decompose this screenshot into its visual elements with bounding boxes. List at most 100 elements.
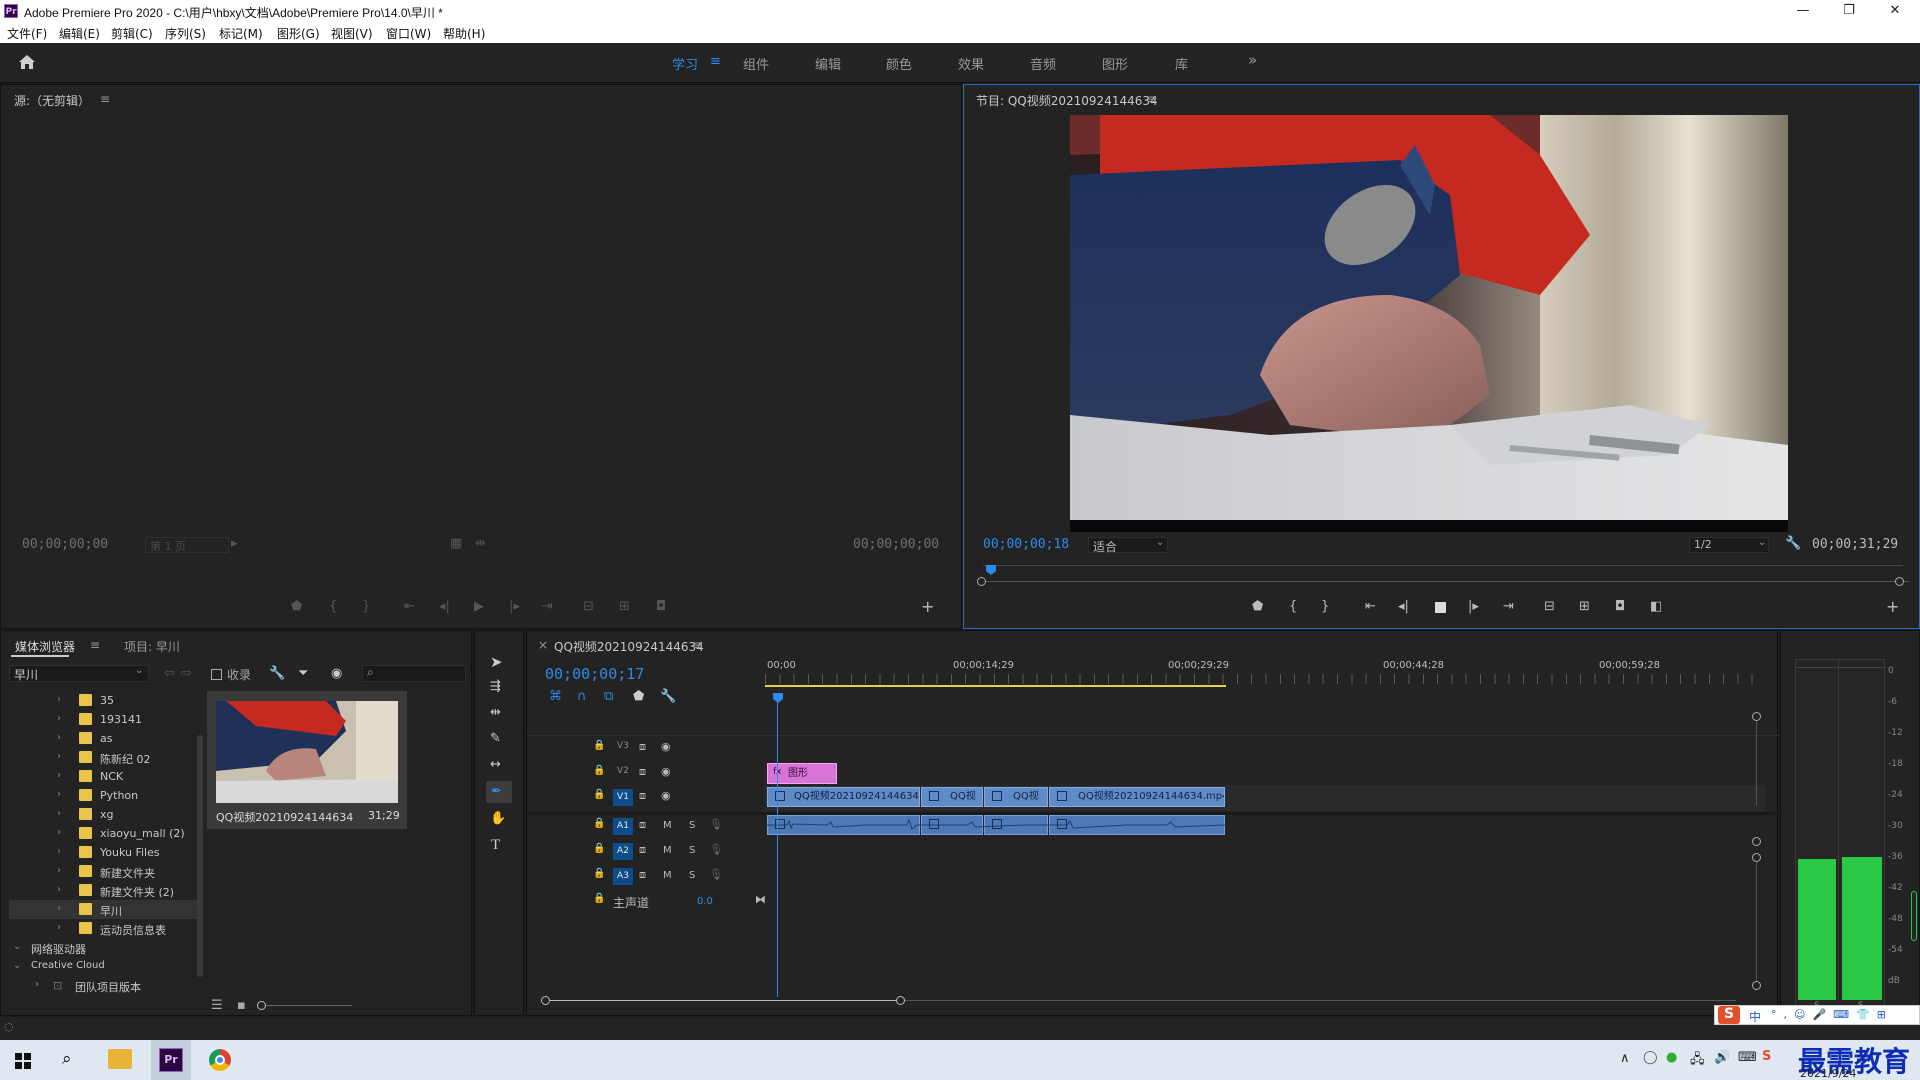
program-mark-in-icon[interactable]: { [1289,599,1297,614]
track-label-v1[interactable]: V1 [613,789,633,806]
voiceover-mic-icon[interactable]: 🎙 [709,818,723,831]
folder-row[interactable]: › xiaoyu_mall (2) [9,824,199,843]
source-step-back-icon[interactable]: ◂| [439,599,450,614]
video-clip[interactable]: QQ视频20210924144634.m [767,787,920,807]
workspace-tab-assembly[interactable]: 组件 [743,54,769,73]
voiceover-mic-icon[interactable]: 🎙 [709,868,723,881]
program-settings-wrench-icon[interactable]: 🔧 [1785,536,1801,551]
program-scroll-handle-left[interactable] [977,577,986,586]
program-mark-out-icon[interactable]: } [1321,599,1329,614]
workspace-tab-color[interactable]: 颜色 [886,54,912,73]
workspace-tab-editing[interactable]: 编辑 [815,54,841,73]
sync-lock-icon[interactable]: ⧈ [639,818,646,832]
source-settings-icon[interactable]: ▦ [450,536,462,551]
folder-row[interactable]: › 新建文件夹 (2) [9,881,199,900]
source-add-marker-icon[interactable]: ⬟ [291,599,302,614]
solo-button[interactable]: S [689,845,695,856]
menu-file[interactable]: 文件(F) [7,25,47,42]
workspace-more-button[interactable]: » [1248,51,1257,69]
workspace-tab-learn[interactable]: 学习 [672,54,698,73]
source-play-icon[interactable]: ▶ [474,599,484,614]
search-input[interactable] [362,665,466,682]
lock-icon[interactable]: 🔒 [593,868,605,879]
menu-sequence[interactable]: 序列(S) [165,25,206,42]
tree-scrollbar[interactable] [197,735,203,977]
meter-range-slider[interactable] [1911,891,1917,941]
minimize-button[interactable]: — [1780,0,1826,23]
program-step-forward-icon[interactable]: |▸ [1468,599,1479,614]
folder-row[interactable]: › 193141 [9,710,199,729]
folder-row[interactable]: › 35 [9,691,199,710]
track-label-a3[interactable]: A3 [613,868,633,885]
track-label-v2[interactable]: V2 [613,766,633,781]
track-label-v3[interactable]: V3 [613,741,633,756]
timeline-menu-icon[interactable]: ≡ [693,638,703,652]
program-go-to-in-icon[interactable]: ⇤ [1365,599,1376,614]
volume-icon[interactable]: 🔊 [1714,1050,1730,1065]
expand-arrow-icon[interactable]: › [57,884,61,895]
timeline-track-area[interactable]: 图形 fx QQ视频20210924144634.m QQ视 QQ视 QQ视频2… [765,735,1779,915]
source-add-button-icon[interactable]: + [921,597,934,616]
mute-button[interactable]: M [663,820,672,831]
source-insert-icon[interactable]: ⇹ [475,536,486,551]
track-label-a1[interactable]: A1 [613,818,633,835]
sync-lock-icon[interactable]: ⧈ [639,765,646,779]
list-view-icon[interactable]: ☰ [211,998,223,1013]
expand-arrow-icon[interactable]: › [57,865,61,876]
tray-app-icon[interactable]: ● [1666,1050,1677,1065]
expand-arrow-icon[interactable]: › [57,732,61,743]
workspace-menu-icon[interactable]: ≡ [710,54,721,69]
program-add-marker-icon[interactable]: ⬟ [1252,599,1263,614]
expand-arrow-icon[interactable]: › [57,808,61,819]
expand-arrow-icon[interactable]: › [57,922,61,933]
filter-icon[interactable]: ⏷ [298,666,308,681]
program-playhead-marker[interactable] [986,565,996,575]
favorites-checkbox[interactable] [211,669,222,680]
expand-arrow-icon[interactable]: › [57,846,61,857]
source-playhead-timecode[interactable]: 00;00;00;00 [22,537,108,552]
chrome-icon[interactable] [209,1049,231,1071]
source-export-frame-icon[interactable]: ◘ [656,599,666,614]
master-volume-value[interactable]: 0.0 [697,896,713,907]
network-drives-row[interactable]: ⌄ 网络驱动器 [9,938,199,957]
close-window-button[interactable]: ✕ [1872,0,1918,23]
source-menu-icon[interactable]: ≡ [100,92,110,106]
sogou-tray-icon[interactable]: S [1762,1049,1771,1064]
pen-tool-icon[interactable]: ✒ [491,784,502,799]
workspace-tab-audio[interactable]: 音频 [1030,54,1056,73]
ime-mode-label[interactable]: 中 [1749,1008,1761,1025]
folder-row[interactable]: › 陈新纪 02 [9,748,199,767]
timeline-ruler[interactable]: 00;00 00;00;14;29 00;00;29;29 00;00;44;2… [765,657,1779,707]
media-browser-menu-icon[interactable]: ≡ [90,638,100,652]
program-stop-icon[interactable] [1435,602,1446,613]
audio-scroll-handle-bottom[interactable] [1752,981,1761,990]
tab-project[interactable]: 项目: 早川 [124,638,180,655]
expand-arrow-icon[interactable]: › [57,827,61,838]
source-go-to-in-icon[interactable]: ⇤ [404,599,415,614]
lock-icon[interactable]: 🔒 [593,765,605,776]
folder-row[interactable]: › NCK [9,767,199,786]
timeline-settings-wrench-icon[interactable]: 🔧 [660,689,676,704]
folder-row[interactable]: › 新建文件夹 [9,862,199,881]
workspace-tab-graphics[interactable]: 图形 [1102,54,1128,73]
menu-graphics[interactable]: 图形(G) [277,25,320,42]
expand-arrow-icon[interactable]: › [57,770,61,781]
thumbnail-size-handle[interactable] [257,1001,266,1010]
slip-tool-icon[interactable]: ↔ [490,757,501,772]
settings-wrench-icon[interactable]: 🔧 [269,666,285,681]
team-projects-row[interactable]: › ⊡ 团队项目版本 [9,976,199,995]
folder-row[interactable]: › 运动员信息表 [9,919,199,938]
audio-tracks-scrollbar[interactable] [1756,857,1757,991]
razor-tool-icon[interactable]: ✎ [490,731,501,746]
video-clip[interactable]: QQ视频20210924144634.mp4 [V] [1049,787,1225,807]
type-tool-icon[interactable]: T [491,837,500,854]
peak-indicator-bar[interactable] [1796,660,1886,668]
program-export-frame-icon[interactable]: ◘ [1615,599,1625,614]
snap-magnet-icon[interactable]: ∩ [577,689,587,704]
video-scroll-handle-bottom[interactable] [1752,837,1761,846]
collapse-arrow-icon[interactable]: ⌄ [13,960,21,971]
solo-button[interactable]: S [689,820,695,831]
premiere-taskbar-active[interactable]: Pr [151,1040,191,1080]
linked-selection-icon[interactable]: ⧉ [604,689,613,704]
timeline-zoom-handle-left[interactable] [541,996,550,1005]
